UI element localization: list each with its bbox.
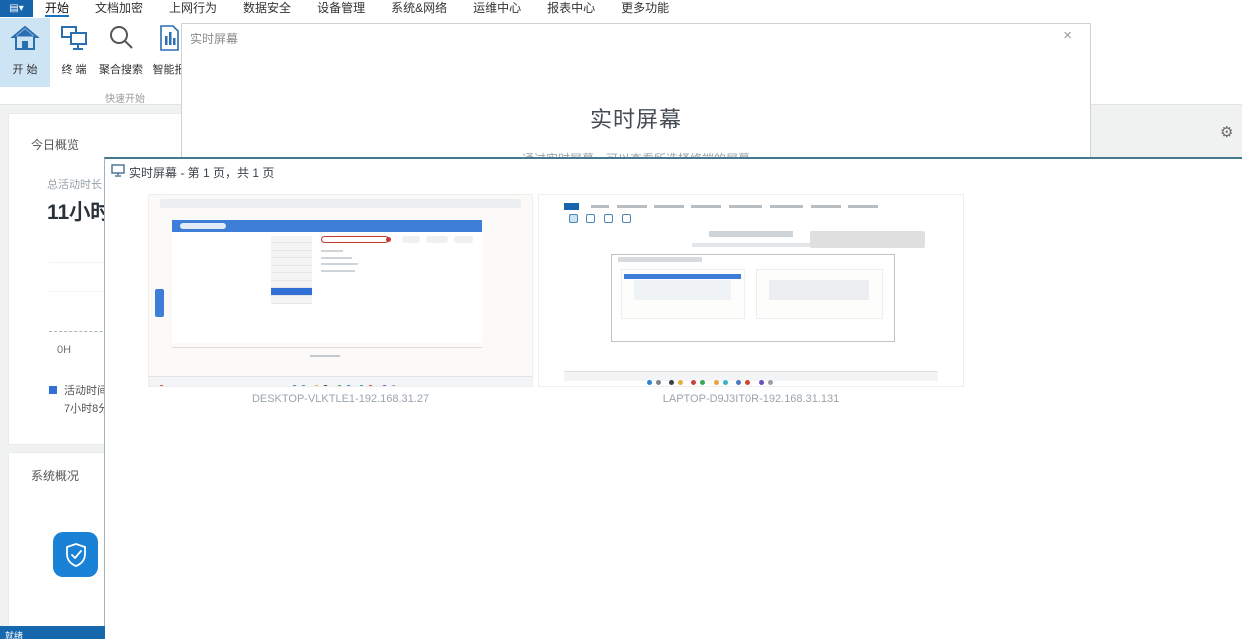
tab-system-network[interactable]: 系统&网络 [391, 0, 447, 17]
thumb-text-line [321, 270, 355, 272]
app-menu-icon: ▤▾ [9, 3, 23, 14]
legend-swatch [49, 386, 57, 394]
chart-axis-label: 0H [57, 344, 71, 356]
panel-heading: 实时屏幕 [182, 102, 1090, 134]
ribbon-button-aggregate-search[interactable]: 聚合搜索 [98, 18, 144, 87]
ribbon-button-terminals[interactable]: 终 端 [52, 18, 96, 87]
terminals-icon [59, 24, 89, 57]
thumb-ribbon [569, 214, 696, 233]
tab-more-features[interactable]: 更多功能 [621, 0, 669, 17]
thumb-taskbar [149, 376, 532, 387]
tab-data-security[interactable]: 数据安全 [243, 0, 291, 17]
thumb-search-dot [386, 237, 391, 242]
terminal-name-label: LAPTOP-D9J3IT0R-192.168.31.131 [538, 393, 964, 405]
status-bar: 就绪 [0, 626, 105, 639]
ribbon-group-label: 快速开始 [75, 90, 175, 105]
tab-report-center[interactable]: 报表中心 [547, 0, 595, 17]
thumb-search-box [321, 236, 389, 244]
thumb-filter-chip [402, 236, 421, 243]
legend-value: 7小时8分 [64, 400, 109, 416]
ribbon-button-label: 聚合搜索 [99, 61, 143, 77]
thumb-inner-window [611, 254, 895, 342]
thumb-menubar [564, 203, 937, 211]
search-icon [106, 24, 136, 57]
panel-title: 实时屏幕 [190, 30, 238, 47]
terminal-thumbnail[interactable] [148, 194, 533, 387]
thumb-filter-chip [426, 236, 448, 243]
tab-device-management[interactable]: 设备管理 [317, 0, 365, 17]
menu-tabs: 开始 文档加密 上网行为 数据安全 设备管理 系统&网络 运维中心 报表中心 更… [45, 0, 669, 17]
card-title: 今日概览 [31, 136, 79, 153]
realtime-screen-viewer-window: 实时屏幕 - 第 1 页，共 1 页 [104, 157, 1242, 639]
monitor-icon [111, 164, 125, 182]
thumb-subtitle-line [692, 243, 811, 247]
terminal-name-label: DESKTOP-VLKTLE1-192.168.31.27 [148, 393, 533, 405]
thumb-heading-line [709, 231, 794, 237]
home-icon [10, 24, 40, 57]
thumb-inner-shot [756, 269, 883, 319]
thumb-filter-chip [454, 236, 473, 243]
close-icon[interactable]: × [1063, 27, 1072, 44]
viewer-titlebar[interactable]: 实时屏幕 - 第 1 页，共 1 页 [105, 159, 1242, 183]
app-window: ▤▾ 开始 文档加密 上网行为 数据安全 设备管理 系统&网络 运维中心 报表中… [0, 0, 1242, 639]
tab-internet-behavior[interactable]: 上网行为 [169, 0, 217, 17]
chart-legend: 活动时间 [49, 382, 108, 398]
gear-icon[interactable]: ⚙ [1220, 123, 1233, 141]
thumb-footer-line [310, 355, 341, 357]
viewer-title: 实时屏幕 - 第 1 页，共 1 页 [129, 164, 274, 181]
thumb-sidebar-menu [271, 236, 311, 316]
thumb-divider [172, 347, 482, 348]
menu-bar: ▤▾ 开始 文档加密 上网行为 数据安全 设备管理 系统&网络 运维中心 报表中… [0, 0, 1242, 17]
thumb-toast [810, 231, 924, 248]
thumb-taskbar [564, 371, 937, 382]
thumb-text-line [321, 263, 358, 265]
thumb-site-logo [180, 223, 226, 230]
thumb-text-line [321, 257, 352, 259]
app-menu-button[interactable]: ▤▾ [0, 0, 33, 17]
ribbon-button-label: 终 端 [61, 61, 86, 77]
terminal-thumbnail[interactable] [538, 194, 964, 387]
card-title: 系统概况 [31, 467, 79, 484]
ribbon-button-label: 开 始 [12, 61, 37, 77]
status-text: 就绪 [5, 630, 23, 639]
tab-ops-center[interactable]: 运维中心 [473, 0, 521, 17]
total-activity-label: 总活动时长 [47, 176, 102, 192]
thumb-text-line [321, 250, 343, 252]
tab-doc-encryption[interactable]: 文档加密 [95, 0, 143, 17]
ribbon-button-start[interactable]: 开 始 [0, 18, 50, 87]
thumb-inner-shot [621, 269, 745, 319]
report-icon [154, 24, 184, 57]
thumb-page-body [172, 232, 482, 343]
legend-label: 活动时间 [64, 382, 108, 398]
tab-start[interactable]: 开始 [45, 0, 69, 17]
shield-check-icon [53, 532, 98, 577]
thumb-browser-tabstrip [160, 199, 520, 209]
thumb-float-tag [155, 289, 163, 318]
